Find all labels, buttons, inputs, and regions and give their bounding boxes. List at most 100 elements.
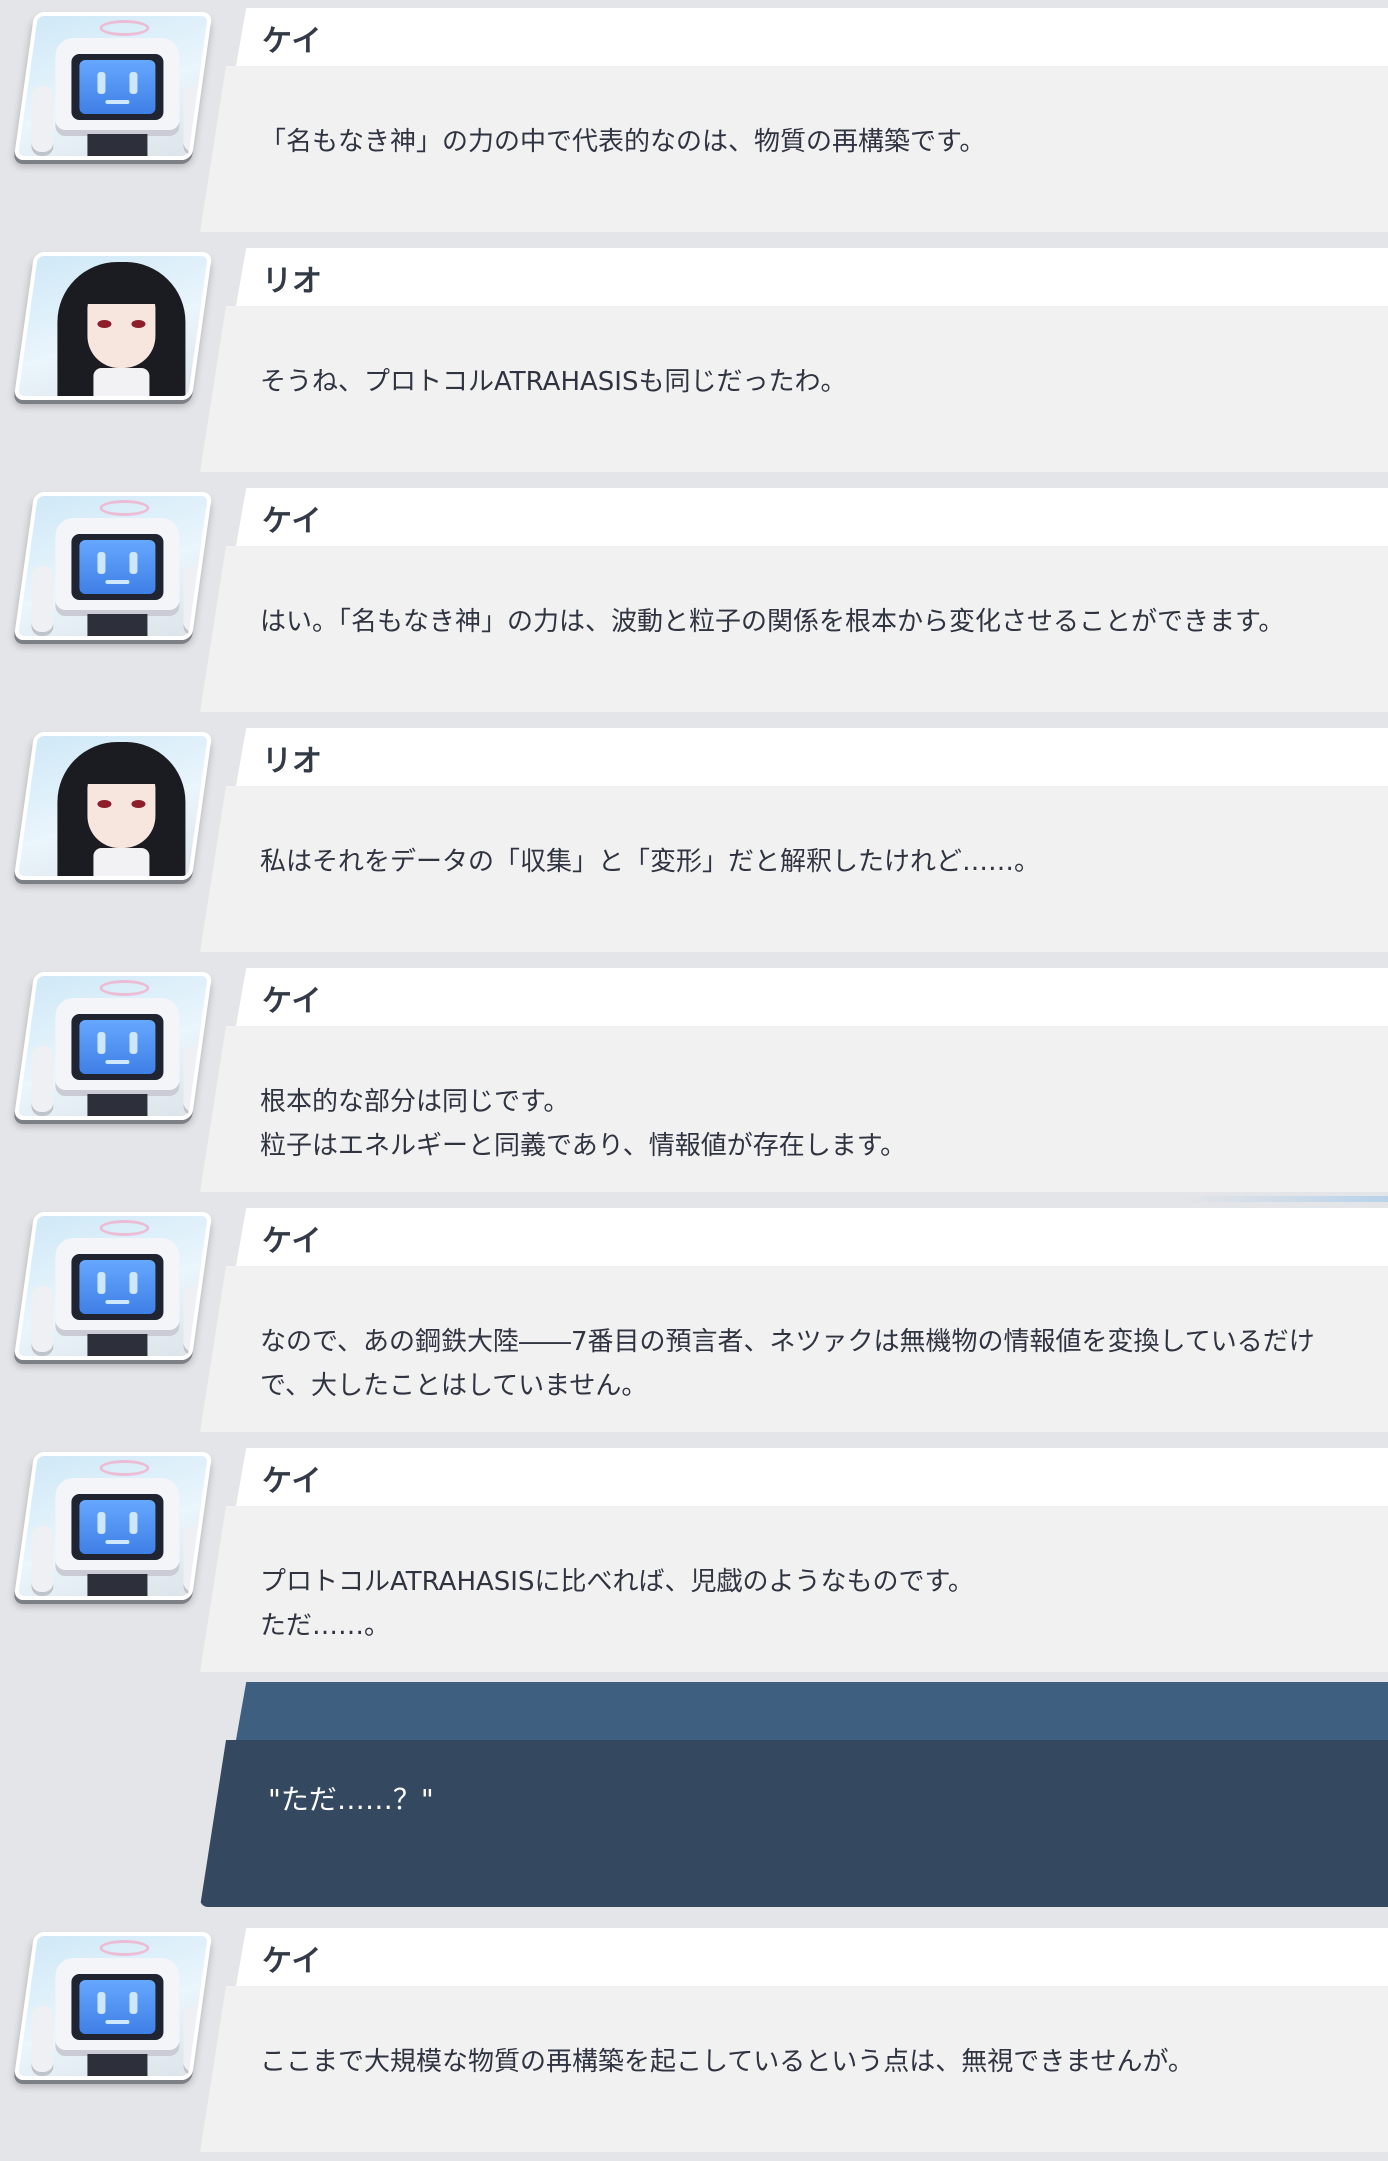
- speaker-name-strip: [236, 488, 1388, 546]
- kei-avatar[interactable]: [13, 972, 213, 1120]
- speaker-name: ケイ: [262, 1464, 322, 1499]
- message-panel: ケイはい。「名もなき神」の力は、波動と粒子の関係を根本から変化させることができま…: [200, 482, 1388, 712]
- dialogue-log[interactable]: ケイ 「名もなき神」の力の中で代表的なのは、物質の再構築です。 リオ そうね、プロトコ…: [0, 0, 1388, 2161]
- robot-part: [79, 1980, 156, 2034]
- kei-avatar[interactable]: [13, 492, 213, 640]
- robot-part: [87, 614, 148, 640]
- robot-part: [31, 1286, 54, 1356]
- message-text-line: ただ……。: [260, 1611, 391, 1641]
- speaker-name-strip: [236, 1448, 1388, 1506]
- player-choice[interactable]: "ただ……？": [200, 1682, 1388, 1907]
- message-text-line: で、大したことはしていません。: [260, 1371, 648, 1401]
- robot-part: [31, 2006, 54, 2076]
- avatar-portrait: [17, 1936, 212, 2080]
- robot-part: [79, 1500, 156, 1554]
- robot-part: [97, 1032, 106, 1054]
- avatar-portrait: [17, 976, 212, 1120]
- kei-avatar[interactable]: [13, 1932, 213, 2080]
- avatar-portrait: [17, 16, 212, 160]
- robot-part: [97, 1992, 106, 2014]
- robot-part: [31, 1046, 54, 1116]
- speaker-name: リオ: [262, 744, 322, 779]
- robot-part: [129, 1512, 138, 1534]
- robot-part: [105, 1060, 130, 1064]
- message-text: 「名もなき神」の力の中で代表的なのは、物質の再構築です。: [260, 120, 1370, 164]
- robot-part: [79, 1020, 156, 1074]
- girl-part: [79, 274, 164, 304]
- message-panel: ケイ なので、あの鋼鉄大陸――7番目の預言者、ネツァクは無機物の情報値を変換してい…: [200, 1202, 1388, 1432]
- message-text-line: はい。「名もなき神」の力は、波動と粒子の関係を根本から変化させることができます。: [260, 607, 1285, 637]
- girl-part: [97, 800, 112, 808]
- message-panel: ケイ「名もなき神」の力の中で代表的なのは、物質の再構築です。: [200, 2, 1388, 232]
- robot-part: [79, 60, 156, 114]
- rio-avatar[interactable]: [13, 732, 213, 880]
- message-panel: リオ そうね、プロトコルATRAHASISも同じだったわ。: [200, 242, 1388, 472]
- robot-part: [105, 100, 130, 104]
- speaker-name-strip: [236, 968, 1388, 1026]
- kei-avatar[interactable]: [13, 1452, 213, 1600]
- message-text-line: ここまで大規模な物質の再構築を起こしているという点は、無視できませんが。: [260, 2047, 1194, 2077]
- girl-part: [93, 368, 150, 400]
- robot-part: [99, 980, 150, 996]
- choice-body: [200, 1740, 1388, 1907]
- choice-text: "ただ……？": [268, 1783, 434, 1816]
- message-text: 根本的な部分は同じです。 粒子はエネルギーと同義であり、情報値が存在します。: [260, 1080, 1370, 1168]
- message-text: プロトコルATRAHASISに比べれば、児戯のようなものです。 ただ……。: [260, 1560, 1370, 1648]
- message-panel: ケイプロトコルATRAHASISに比べれば、児戯のようなものです。 ただ……。: [200, 1442, 1388, 1672]
- avatar-portrait: [17, 496, 212, 640]
- girl-part: [79, 754, 164, 784]
- girl-part: [131, 320, 146, 328]
- avatar-portrait: [17, 256, 212, 400]
- speaker-name-strip: [236, 1928, 1388, 1986]
- message-text: はい。「名もなき神」の力は、波動と粒子の関係を根本から変化させることができます。: [260, 600, 1370, 644]
- message-text-line: そうね、プロトコルATRAHASISも同じだったわ。: [260, 367, 847, 397]
- robot-part: [97, 72, 106, 94]
- speaker-name: ケイ: [262, 984, 322, 1019]
- avatar-portrait: [17, 736, 212, 880]
- avatar-portrait: [17, 1216, 212, 1360]
- separator-glow: [1180, 1196, 1388, 1202]
- speaker-name-strip: [236, 248, 1388, 306]
- robot-part: [105, 580, 130, 584]
- robot-part: [87, 1094, 148, 1120]
- robot-part: [87, 134, 148, 160]
- robot-part: [79, 1260, 156, 1314]
- speaker-name-strip: [236, 728, 1388, 786]
- robot-part: [87, 2054, 148, 2080]
- robot-part: [129, 552, 138, 574]
- robot-part: [87, 1334, 148, 1360]
- robot-part: [31, 566, 54, 636]
- message-text-line: なので、あの鋼鉄大陸――7番目の預言者、ネツァクは無機物の情報値を変換しているだ…: [260, 1327, 1315, 1357]
- robot-part: [97, 1272, 106, 1294]
- robot-part: [129, 1272, 138, 1294]
- robot-part: [87, 1574, 148, 1600]
- robot-part: [97, 1512, 106, 1534]
- kei-avatar[interactable]: [13, 1212, 213, 1360]
- robot-part: [99, 500, 150, 516]
- message-text-line: 粒子はエネルギーと同義であり、情報値が存在します。: [260, 1131, 907, 1161]
- robot-part: [105, 1540, 130, 1544]
- robot-part: [99, 1460, 150, 1476]
- speaker-name: ケイ: [262, 24, 322, 59]
- robot-part: [129, 1992, 138, 2014]
- speaker-name: ケイ: [262, 504, 322, 539]
- robot-part: [31, 86, 54, 156]
- message-panel: ケイここまで大規模な物質の再構築を起こしているという点は、無視できませんが。: [200, 1922, 1388, 2152]
- robot-part: [129, 1032, 138, 1054]
- choice-header-strip: [236, 1682, 1388, 1740]
- message-text-line: 「名もなき神」の力の中で代表的なのは、物質の再構築です。: [260, 127, 986, 157]
- robot-part: [97, 552, 106, 574]
- robot-part: [79, 540, 156, 594]
- message-panel: リオ私はそれをデータの「収集」と「変形」だと解釈したけれど……。: [200, 722, 1388, 952]
- robot-part: [31, 1526, 54, 1596]
- speaker-name-strip: [236, 8, 1388, 66]
- avatar-portrait: [17, 1456, 212, 1600]
- message-text: そうね、プロトコルATRAHASISも同じだったわ。: [260, 360, 1370, 404]
- speaker-name: ケイ: [262, 1944, 322, 1979]
- robot-part: [99, 1940, 150, 1956]
- girl-part: [97, 320, 112, 328]
- message-text-line: 私はそれをデータの「収集」と「変形」だと解釈したけれど……。: [260, 847, 1041, 877]
- speaker-name-strip: [236, 1208, 1388, 1266]
- kei-avatar[interactable]: [13, 12, 213, 160]
- rio-avatar[interactable]: [13, 252, 213, 400]
